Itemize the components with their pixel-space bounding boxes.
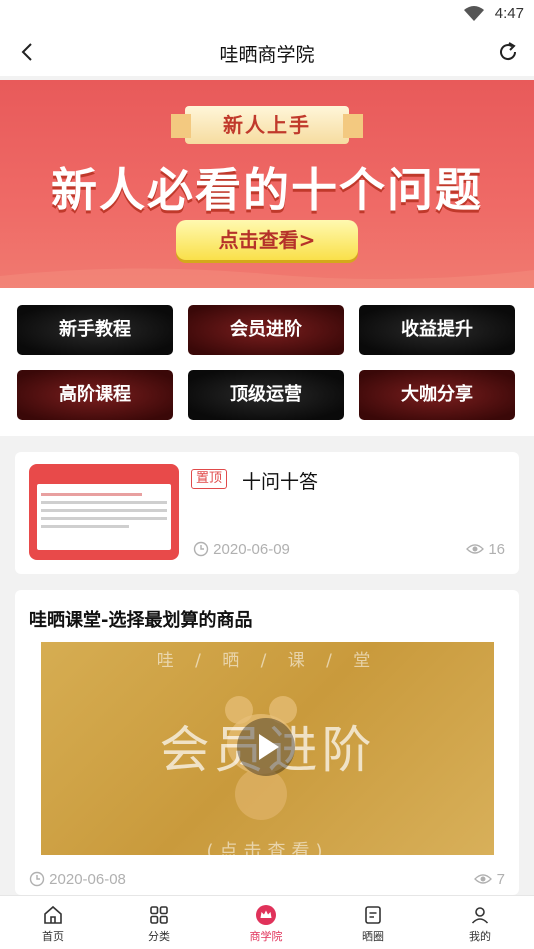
- banner-cta-button[interactable]: 点击查看>: [176, 220, 358, 260]
- tab-category-label: 分类: [148, 930, 170, 943]
- video-article-views-count: 7: [496, 871, 505, 888]
- video-subtitle: 哇 / 晒 / 课 / 堂: [156, 651, 379, 671]
- category-income-boost[interactable]: 收益提升: [359, 305, 515, 355]
- document-icon: [365, 906, 381, 924]
- tab-home-label: 首页: [42, 930, 64, 943]
- clock-icon: [29, 871, 45, 887]
- clock-icon: [193, 541, 209, 557]
- article-views: 16: [466, 541, 505, 558]
- tab-business-school[interactable]: 商学院: [213, 896, 319, 949]
- article-card[interactable]: 置顶 十问十答 2020-06-09 16: [15, 452, 519, 574]
- wifi-icon: [464, 6, 484, 21]
- tab-category[interactable]: 分类: [106, 896, 212, 949]
- video-bottom-text: (点击查看): [206, 841, 329, 855]
- promo-banner[interactable]: 新人上手 新人必看的十个问题 点击查看>: [0, 80, 534, 288]
- tab-share-circle-label: 晒圈: [362, 930, 384, 943]
- pinned-badge: 置顶: [191, 469, 228, 489]
- category-member-advance[interactable]: 会员进阶: [188, 305, 344, 355]
- banner-ribbon: 新人上手: [171, 106, 363, 144]
- category-beginner-tutorial[interactable]: 新手教程: [17, 305, 173, 355]
- banner-wave-decoration: [0, 268, 534, 288]
- tab-profile[interactable]: 我的: [427, 896, 533, 949]
- article-date: 2020-06-09: [193, 541, 290, 558]
- eye-icon: [474, 874, 493, 884]
- video-article-card[interactable]: 哇晒课堂-选择最划算的商品 哇 / 晒 / 课 / 堂 会员进阶 (点击查看) …: [15, 590, 519, 895]
- video-thumbnail[interactable]: 哇 / 晒 / 课 / 堂 会员进阶 (点击查看): [41, 642, 494, 855]
- video-article-date: 2020-06-08: [29, 871, 126, 888]
- banner-headline: 新人必看的十个问题: [51, 163, 483, 217]
- category-advanced-course[interactable]: 高阶课程: [17, 370, 173, 420]
- home-icon: [44, 905, 62, 924]
- article-views-count: 16: [488, 541, 505, 558]
- status-bar: 4:47: [0, 0, 534, 28]
- grid-icon: [150, 906, 168, 924]
- article-date-text: 2020-06-09: [213, 541, 290, 558]
- article-thumbnail: [29, 464, 179, 560]
- bottom-tab-bar: 首页 分类 商学院 晒圈 我的: [0, 895, 534, 949]
- article-title: 十问十答: [242, 471, 319, 493]
- page-title: 哇晒商学院: [219, 44, 315, 66]
- tab-share-circle[interactable]: 晒圈: [320, 896, 426, 949]
- tab-profile-label: 我的: [469, 930, 491, 943]
- play-button-icon[interactable]: [237, 718, 295, 776]
- video-article-date-text: 2020-06-08: [49, 871, 126, 888]
- video-article-views: 7: [474, 871, 505, 888]
- tab-home[interactable]: 首页: [0, 896, 106, 949]
- category-top-operations[interactable]: 顶级运营: [188, 370, 344, 420]
- crown-icon: [256, 905, 276, 925]
- category-grid: 新手教程 会员进阶 收益提升 高阶课程 顶级运营 大咖分享: [0, 288, 534, 436]
- tab-business-school-label: 商学院: [249, 930, 283, 943]
- video-article-title: 哇晒课堂-选择最划算的商品: [29, 610, 253, 631]
- refresh-icon[interactable]: [496, 40, 520, 64]
- top-nav-bar: 哇晒商学院: [0, 28, 534, 76]
- category-expert-share[interactable]: 大咖分享: [359, 370, 515, 420]
- status-time: 4:47: [494, 5, 524, 22]
- person-icon: [471, 907, 489, 924]
- eye-icon: [466, 544, 485, 554]
